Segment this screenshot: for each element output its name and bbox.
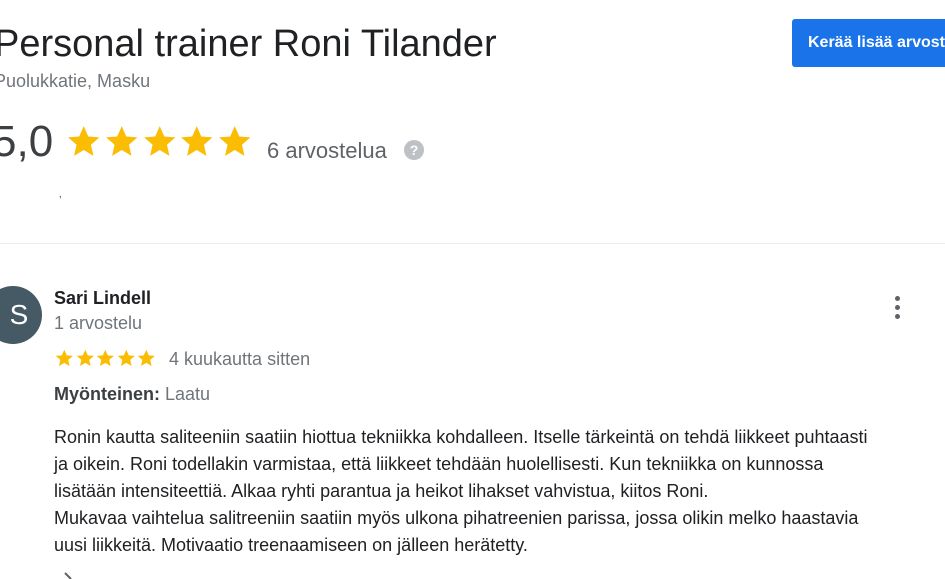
positive-value: Laatu (165, 384, 211, 404)
review-time: 4 kuukautta sitten (169, 349, 311, 369)
rating-bars-fragment: ‚ (59, 186, 62, 200)
reviewer-review-count: 1 arvostelu (54, 313, 143, 333)
star-icon (117, 349, 135, 367)
review-text: Ronin kautta saliteeniin saatiin hiottua… (54, 424, 942, 559)
star-icon (219, 126, 251, 156)
business-address: Puolukkatie, Masku (0, 71, 151, 91)
star-icon (105, 126, 138, 156)
review-text-line: Mukavaa vaihtelua salitreeniin saatiin m… (54, 508, 859, 528)
positive-label: Myönteinen: (54, 384, 160, 404)
average-rating: 5,0 (0, 117, 54, 166)
dot (894, 295, 900, 301)
star-icon (55, 349, 73, 367)
thumb-up-icon[interactable] (62, 572, 78, 579)
divider (0, 243, 945, 244)
reviewer-name[interactable]: Sari Lindell (54, 287, 151, 309)
star-icon (76, 349, 94, 367)
dot (894, 304, 900, 310)
get-more-reviews-button[interactable]: Kerää lisää arvosteluja (792, 19, 945, 67)
positive-attributes: Myönteinen: Laatu (54, 383, 210, 405)
star-icon (181, 126, 213, 156)
review-text-line: ja oikein. Roni todellakin varmistaa, et… (54, 454, 824, 474)
review-text-line: lisätään intensiteettiä. Alkaa ryhti par… (54, 481, 709, 501)
star-icon (143, 126, 175, 156)
review-text-line: uusi liikkeitä. Motivaatio treenaamiseen… (54, 535, 528, 555)
star-icon (68, 126, 100, 156)
star-icon (138, 349, 156, 367)
rating-stars (65, 123, 254, 163)
avatar[interactable]: S (0, 286, 42, 344)
more-vert-icon[interactable] (884, 290, 910, 324)
review-stars (54, 348, 157, 368)
avatar-initial: S (9, 299, 29, 330)
dot (894, 313, 900, 319)
help-icon[interactable]: ? (404, 140, 424, 160)
review-text-line: Ronin kautta saliteeniin saatiin hiottua… (54, 427, 868, 447)
business-name: Personal trainer Roni Tilander (0, 23, 497, 65)
star-icon (96, 349, 115, 367)
business-review-page: Personal trainer Roni Tilander Puolukkat… (0, 0, 945, 579)
review-count-link[interactable]: 6 arvostelua (267, 137, 387, 165)
